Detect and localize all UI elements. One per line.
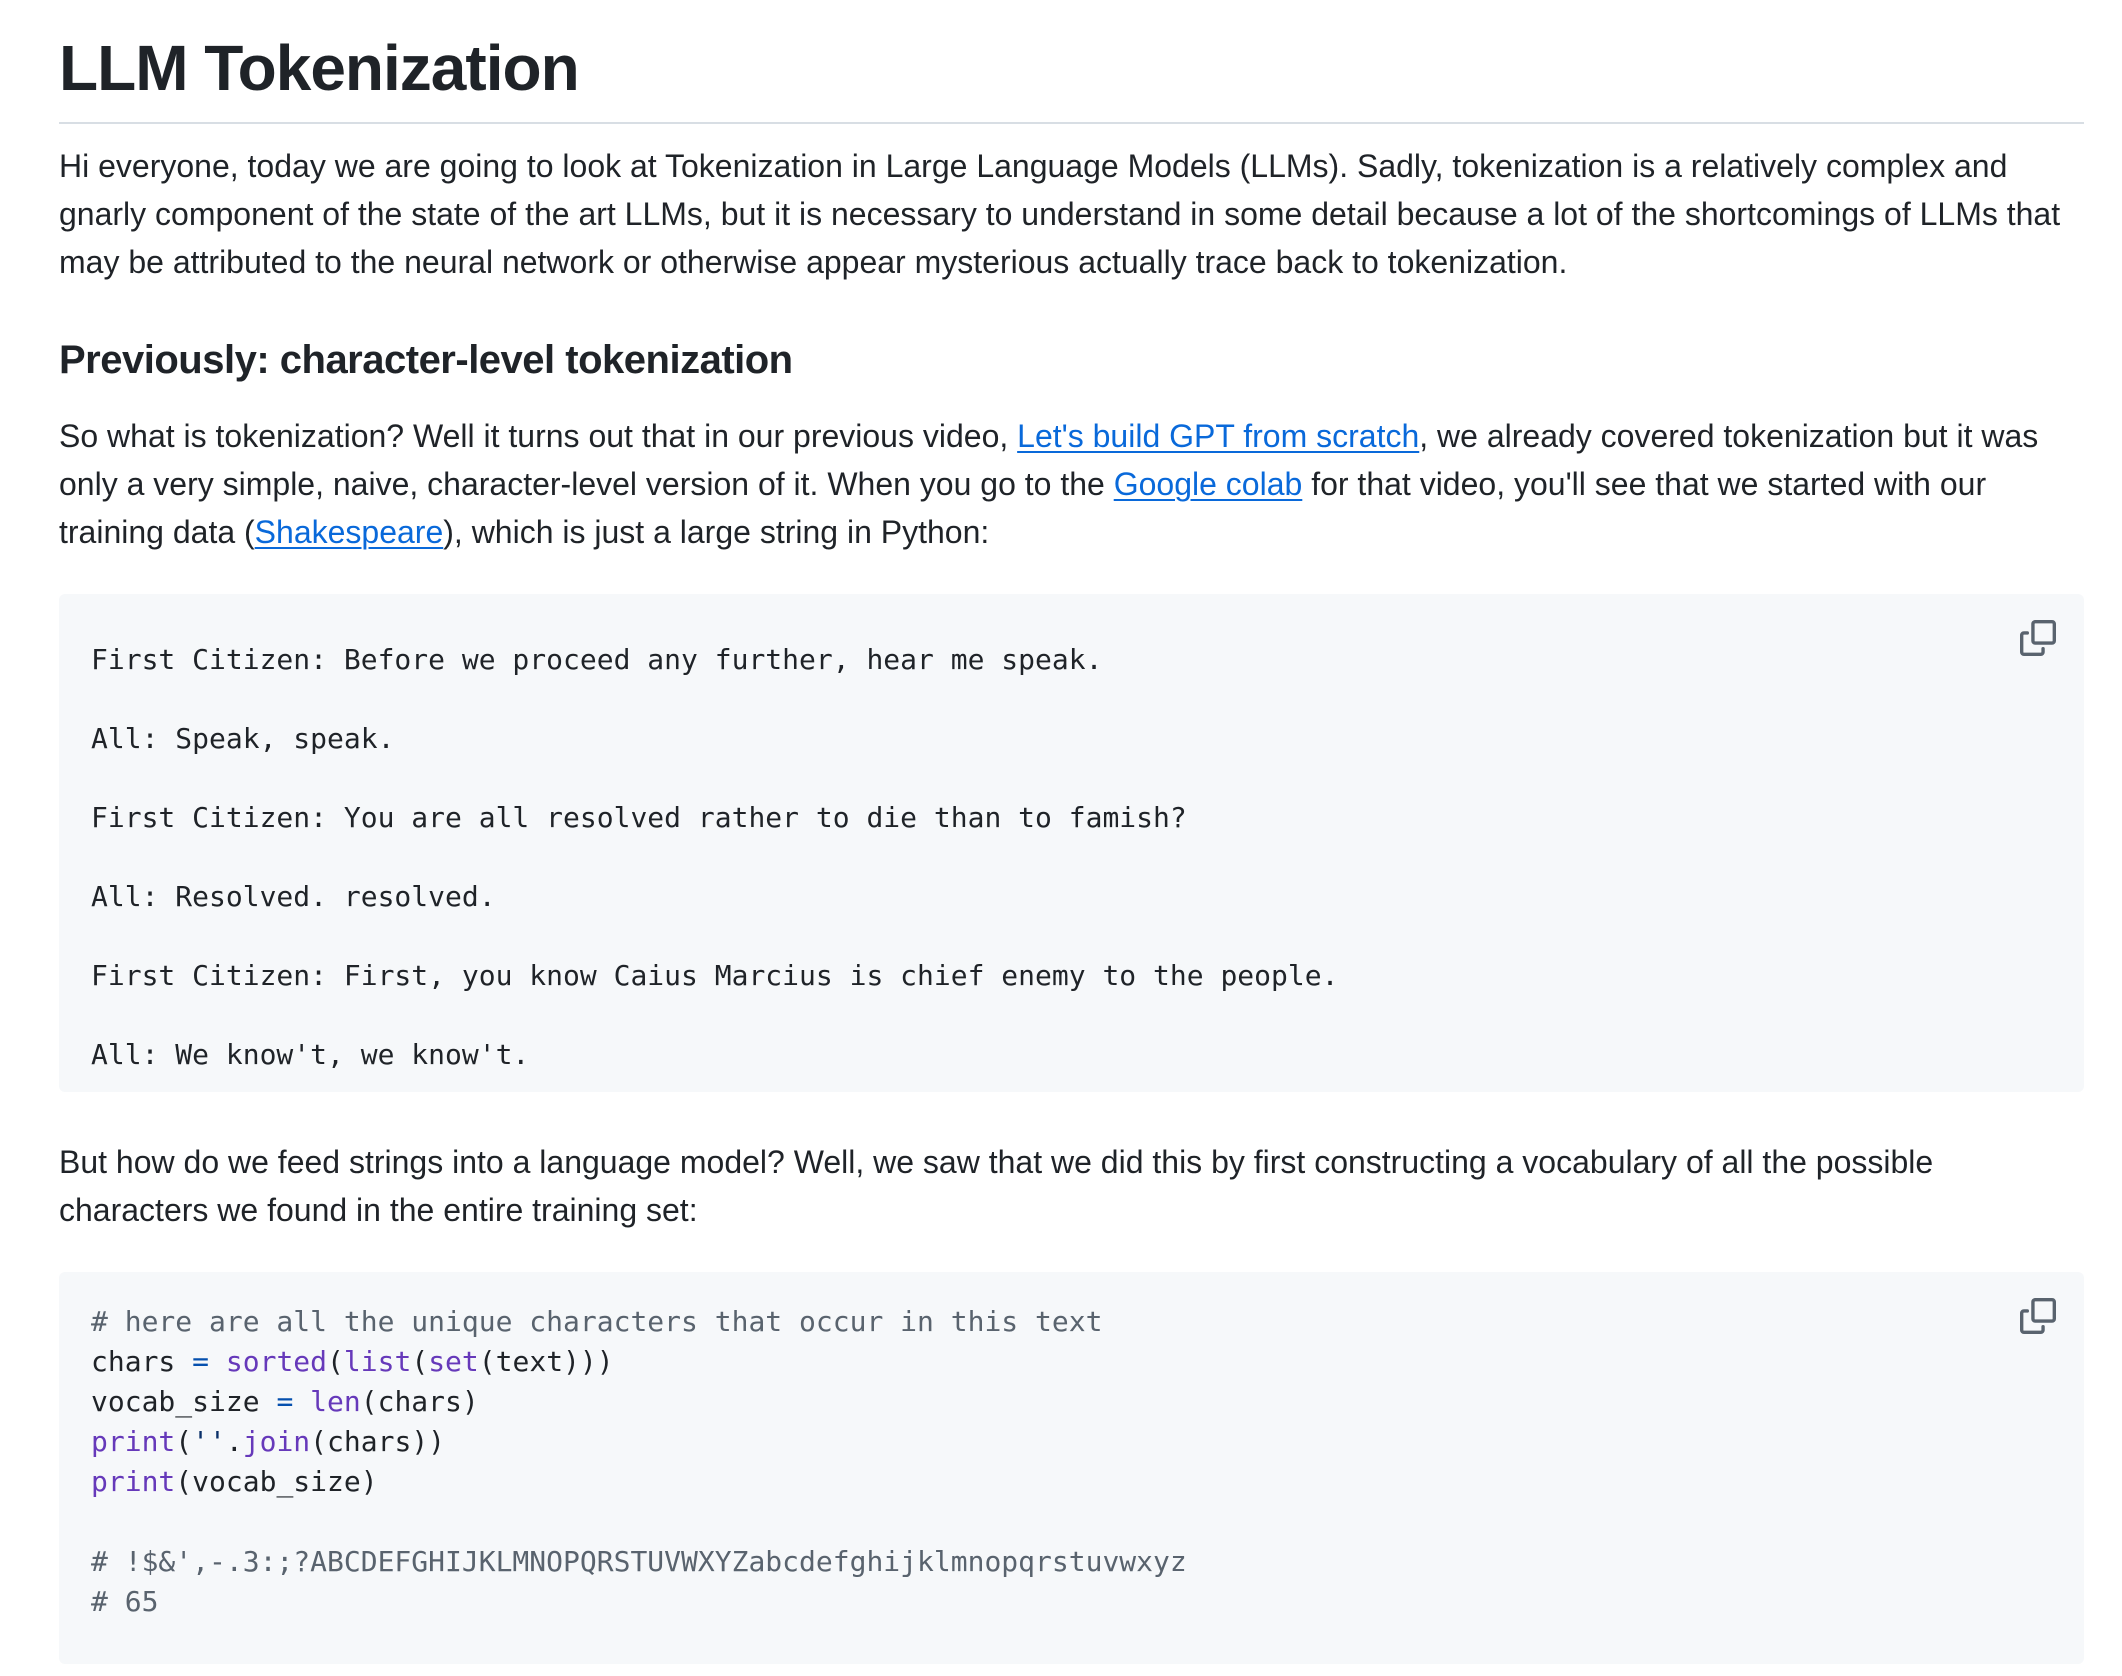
previously-paragraph: So what is tokenization? Well it turns o… — [59, 412, 2084, 556]
google-colab-link[interactable]: Google colab — [1114, 466, 1303, 502]
code-token: (text))) — [478, 1345, 614, 1378]
code-token: (vocab_size) — [175, 1465, 378, 1498]
code-token: len — [310, 1385, 361, 1418]
copy-code-button[interactable] — [2020, 620, 2056, 656]
code-token: ( — [327, 1345, 344, 1378]
page-title: LLM Tokenization — [59, 32, 580, 104]
code-token: '' — [192, 1425, 226, 1458]
code-token: (chars)) — [310, 1425, 446, 1458]
code-line: First Citizen: First, you know Caius Mar… — [91, 959, 1339, 992]
code-token: set — [428, 1345, 479, 1378]
code-token: sorted — [225, 1345, 328, 1378]
code-token: = — [192, 1345, 210, 1378]
code-comment: # !$&',-.3:;?ABCDEFGHIJKLMNOPQRSTUVWXYZa… — [91, 1545, 1187, 1578]
previously-text-1: So what is tokenization? Well it turns o… — [59, 418, 1018, 454]
intro-paragraph: Hi everyone, today we are going to look … — [59, 148, 2061, 280]
code-comment: # 65 — [91, 1585, 159, 1618]
code-token: ( — [175, 1425, 193, 1458]
feed-paragraph: But how do we feed strings into a langua… — [59, 1144, 1934, 1228]
code-line: All: We know't, we know't. — [91, 1038, 530, 1071]
code-line: All: Speak, speak. — [91, 722, 395, 755]
vocab-code-block: # here are all the unique characters tha… — [59, 1272, 2084, 1664]
code-token: list — [343, 1345, 412, 1378]
lets-build-gpt-link[interactable]: Let's build GPT from scratch — [1017, 418, 1419, 454]
code-token: join — [242, 1425, 311, 1458]
code-token: (chars) — [360, 1385, 479, 1418]
title-divider — [59, 122, 2084, 124]
copy-icon — [2020, 1298, 2056, 1334]
shakespeare-code-block: First Citizen: Before we proceed any fur… — [59, 594, 2084, 1092]
readme-article: LLM Tokenization Hi everyone, today we a… — [59, 0, 2084, 1664]
code-token: = — [276, 1385, 294, 1418]
code-token: vocab_size — [91, 1385, 277, 1418]
shakespeare-code: First Citizen: Before we proceed any fur… — [91, 620, 2052, 1094]
code-comment: # here are all the unique characters tha… — [91, 1305, 1103, 1338]
code-token: print — [91, 1425, 176, 1458]
shakespeare-link[interactable]: Shakespeare — [255, 514, 444, 550]
copy-code-button[interactable] — [2020, 1298, 2056, 1334]
vocab-code: # here are all the unique characters tha… — [91, 1302, 2052, 1622]
previously-text-4: ), which is just a large string in Pytho… — [443, 514, 990, 550]
code-token: chars — [91, 1345, 193, 1378]
code-line: All: Resolved. resolved. — [91, 880, 496, 913]
code-token: ( — [411, 1345, 429, 1378]
code-token: . — [225, 1425, 243, 1458]
section-heading: Previously: character-level tokenization — [59, 338, 793, 382]
code-line: First Citizen: Before we proceed any fur… — [91, 643, 1103, 676]
code-token: print — [91, 1465, 176, 1498]
code-line: First Citizen: You are all resolved rath… — [91, 801, 1187, 834]
copy-icon — [2020, 620, 2056, 656]
